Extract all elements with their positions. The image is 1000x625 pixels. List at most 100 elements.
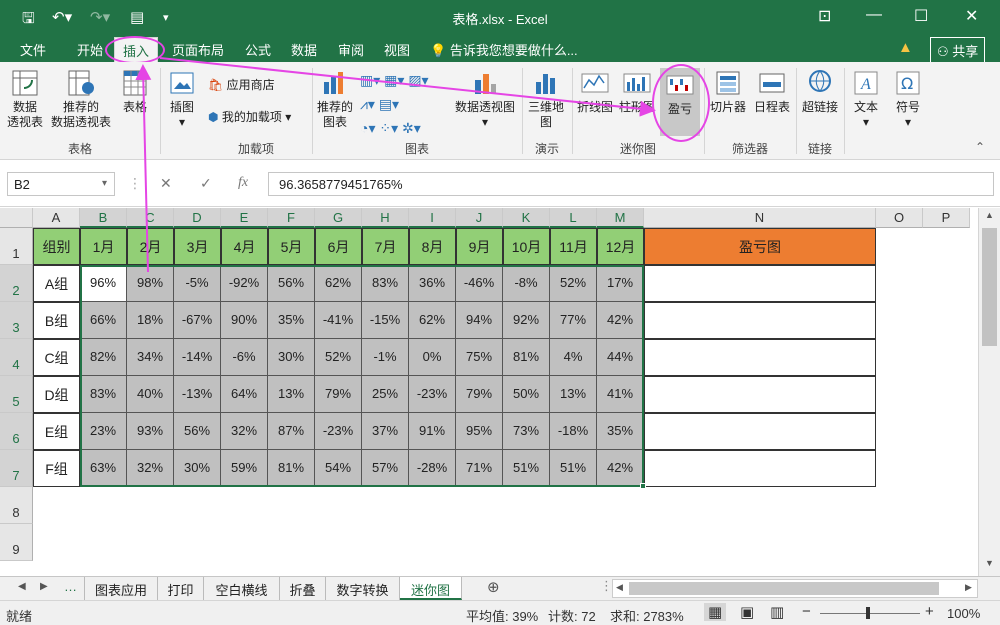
pie-chart-icon[interactable]: ◔▾ bbox=[360, 120, 375, 136]
group-name-cell[interactable]: B组 bbox=[33, 302, 80, 339]
normal-view-icon[interactable]: ▦ bbox=[704, 603, 727, 621]
chart-type-buttons[interactable]: ▥▾ ▦▾ ▨▾ ⩘▾ ▤▾ ◔▾ ⁘▾ ✲▾ bbox=[360, 68, 429, 140]
value-cell[interactable]: 23% bbox=[80, 413, 127, 450]
illustrations-button[interactable]: 插图 ▾ bbox=[164, 68, 200, 130]
row-header-9[interactable]: 9 bbox=[0, 524, 33, 561]
tab-data[interactable]: 数据 bbox=[291, 40, 317, 59]
column-header-O[interactable]: O bbox=[876, 208, 923, 228]
sparkline-header-cell[interactable]: 盈亏图 bbox=[644, 228, 876, 265]
value-cell[interactable]: -13% bbox=[174, 376, 221, 413]
value-cell[interactable]: 32% bbox=[221, 413, 268, 450]
value-cell[interactable]: -28% bbox=[409, 450, 456, 487]
column-header-F[interactable]: F bbox=[268, 208, 315, 228]
tab-file[interactable]: 文件 bbox=[20, 40, 46, 59]
next-sheet-icon[interactable]: ▶ bbox=[40, 581, 48, 592]
value-cell[interactable]: 52% bbox=[550, 265, 597, 302]
value-cell[interactable]: 41% bbox=[597, 376, 644, 413]
value-cell[interactable]: 56% bbox=[268, 265, 315, 302]
insert-function-icon[interactable]: fx bbox=[238, 175, 248, 191]
select-all-corner[interactable] bbox=[0, 208, 33, 228]
name-box[interactable]: B2 bbox=[7, 172, 115, 196]
value-cell[interactable]: 64% bbox=[221, 376, 268, 413]
value-cell[interactable]: 18% bbox=[127, 302, 174, 339]
column-header-I[interactable]: I bbox=[409, 208, 456, 228]
column-header-N[interactable]: N bbox=[644, 208, 876, 228]
waterfall-chart-icon[interactable]: ▨▾ bbox=[408, 72, 428, 88]
tab-page-layout[interactable]: 页面布局 bbox=[172, 40, 224, 59]
add-sheet-icon[interactable]: ⊕ bbox=[487, 578, 500, 596]
value-cell[interactable]: 75% bbox=[456, 339, 503, 376]
value-cell[interactable]: 17% bbox=[597, 265, 644, 302]
row-header-8[interactable]: 8 bbox=[0, 487, 33, 524]
close-icon[interactable]: ✕ bbox=[965, 6, 978, 26]
value-cell[interactable]: 81% bbox=[268, 450, 315, 487]
value-cell[interactable]: 36% bbox=[409, 265, 456, 302]
scroll-down-icon[interactable]: ▼ bbox=[985, 558, 994, 568]
value-cell[interactable]: 51% bbox=[550, 450, 597, 487]
cancel-icon[interactable]: ✕ bbox=[160, 175, 172, 192]
table-header-cell[interactable]: 组别 bbox=[33, 228, 80, 265]
value-cell[interactable]: 79% bbox=[315, 376, 362, 413]
tab-formulas[interactable]: 公式 bbox=[245, 40, 271, 59]
row-header-6[interactable]: 6 bbox=[0, 413, 33, 450]
value-cell[interactable]: -23% bbox=[409, 376, 456, 413]
hierarchy-chart-icon[interactable]: ▦▾ bbox=[384, 72, 404, 88]
vertical-scrollbar[interactable]: ▲ ▼ bbox=[978, 208, 1000, 576]
value-cell[interactable]: -5% bbox=[174, 265, 221, 302]
value-cell[interactable]: 4% bbox=[550, 339, 597, 376]
value-cell[interactable]: 25% bbox=[362, 376, 409, 413]
text-button[interactable]: A 文本 ▾ bbox=[848, 68, 884, 130]
scroll-up-icon[interactable]: ▲ bbox=[985, 210, 994, 220]
enter-icon[interactable]: ✓ bbox=[200, 175, 212, 192]
sheet-tab[interactable]: 打印 bbox=[158, 577, 204, 600]
group-name-cell[interactable]: F组 bbox=[33, 450, 80, 487]
value-cell[interactable]: 34% bbox=[127, 339, 174, 376]
minimize-icon[interactable]: — bbox=[866, 6, 882, 24]
column-header-L[interactable]: L bbox=[550, 208, 597, 228]
pivot-table-button[interactable]: 数据 透视表 bbox=[4, 68, 46, 130]
sheet-tab[interactable]: 折叠 bbox=[280, 577, 326, 600]
zoom-out-icon[interactable]: − bbox=[802, 603, 811, 620]
table-header-cell[interactable]: 9月 bbox=[456, 228, 503, 265]
zoom-level[interactable]: 100% bbox=[947, 606, 980, 621]
value-cell[interactable]: 35% bbox=[268, 302, 315, 339]
fill-handle[interactable] bbox=[640, 483, 646, 489]
value-cell[interactable]: -15% bbox=[362, 302, 409, 339]
prev-sheet-icon[interactable]: ◀ bbox=[18, 581, 26, 592]
value-cell[interactable]: 51% bbox=[503, 450, 550, 487]
warning-icon[interactable]: ▲ bbox=[898, 39, 913, 56]
table-button[interactable]: 表格 bbox=[118, 68, 152, 115]
table-header-cell[interactable]: 3月 bbox=[174, 228, 221, 265]
value-cell[interactable]: -67% bbox=[174, 302, 221, 339]
group-name-cell[interactable]: E组 bbox=[33, 413, 80, 450]
column-chart-icon[interactable]: ▥▾ bbox=[360, 72, 380, 88]
3d-map-button[interactable]: 三维地 图 bbox=[524, 68, 568, 130]
row-header-2[interactable]: 2 bbox=[0, 265, 33, 302]
value-cell[interactable]: 35% bbox=[597, 413, 644, 450]
value-cell[interactable]: -18% bbox=[550, 413, 597, 450]
value-cell[interactable]: 83% bbox=[80, 376, 127, 413]
value-cell[interactable]: 62% bbox=[315, 265, 362, 302]
value-cell[interactable]: 66% bbox=[80, 302, 127, 339]
pivot-chart-button[interactable]: 数据透视图 ▾ bbox=[450, 68, 520, 130]
ribbon-display-icon[interactable]: ⊡ bbox=[818, 6, 831, 26]
sparkline-line-button[interactable]: 折线图 bbox=[574, 68, 616, 115]
value-cell[interactable]: -8% bbox=[503, 265, 550, 302]
column-header-J[interactable]: J bbox=[456, 208, 503, 228]
value-cell[interactable]: 44% bbox=[597, 339, 644, 376]
value-cell[interactable]: -1% bbox=[362, 339, 409, 376]
value-cell[interactable]: 32% bbox=[127, 450, 174, 487]
value-cell[interactable]: 30% bbox=[174, 450, 221, 487]
row-header-3[interactable]: 3 bbox=[0, 302, 33, 339]
value-cell[interactable]: 13% bbox=[550, 376, 597, 413]
column-header-G[interactable]: G bbox=[315, 208, 362, 228]
radar-chart-icon[interactable]: ✲▾ bbox=[402, 120, 421, 136]
value-cell[interactable]: 42% bbox=[597, 450, 644, 487]
tell-me-search[interactable]: 💡 告诉我您想要做什么... bbox=[430, 40, 578, 59]
scatter-chart-icon[interactable]: ⁘▾ bbox=[379, 120, 398, 136]
sheet-tab[interactable]: 图表应用 bbox=[84, 577, 158, 600]
table-header-cell[interactable]: 7月 bbox=[362, 228, 409, 265]
value-cell[interactable]: 42% bbox=[597, 302, 644, 339]
value-cell[interactable]: 81% bbox=[503, 339, 550, 376]
column-header-H[interactable]: H bbox=[362, 208, 409, 228]
